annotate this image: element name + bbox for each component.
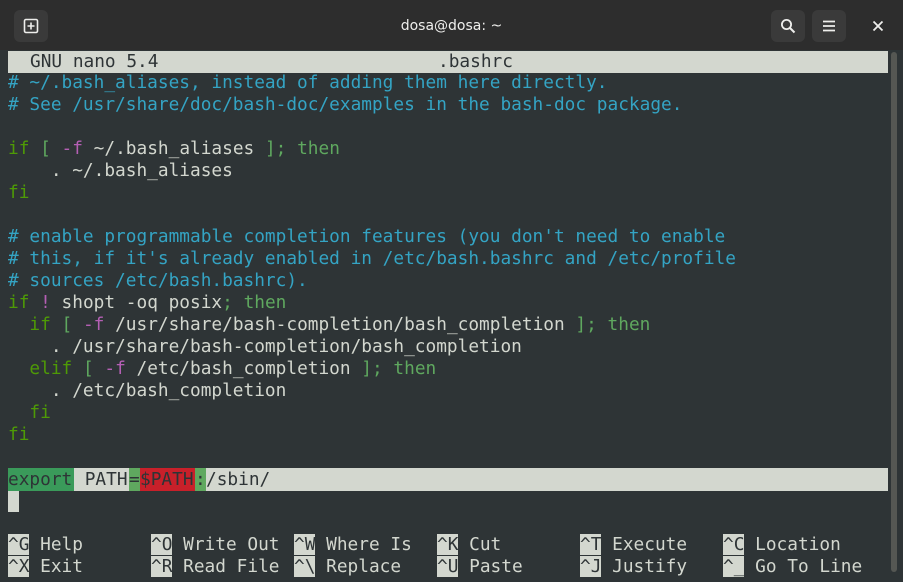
shortcut-paste: ^U Paste <box>437 556 523 578</box>
shortcut-key: ^T <box>580 534 602 555</box>
search-icon <box>781 19 796 34</box>
shortcut-key: ^\ <box>294 556 316 577</box>
shortcut-label: Location <box>755 534 841 555</box>
editor-line: fi <box>8 182 30 203</box>
shortcut-label: Help <box>40 534 83 555</box>
shortcut-key: ^O <box>151 534 173 555</box>
close-icon <box>872 20 884 32</box>
keyword: if <box>8 292 30 313</box>
shortcut-label: Where Is <box>326 534 412 555</box>
shortcut-label: Read File <box>183 556 280 577</box>
editor-line: # enable programmable completion feature… <box>8 226 726 247</box>
export-line-highlighted: export PATH = $PATH : /sbin/ <box>8 468 888 491</box>
shortcut-help: ^G Help <box>8 534 83 556</box>
editor-line: if [ -f /usr/share/bash-completion/bash_… <box>8 314 650 336</box>
shortcut-key: ^C <box>723 534 745 555</box>
editor-line: . /etc/bash_completion <box>8 380 287 401</box>
shortcut-where-is: ^W Where Is <box>294 534 412 556</box>
editor-line: fi <box>8 402 51 423</box>
shortcut-key: ^U <box>437 556 459 577</box>
shortcut-cut: ^K Cut <box>437 534 501 556</box>
keyword: then <box>382 358 437 379</box>
text-cursor <box>8 491 19 512</box>
shortcut-key: ^R <box>151 556 173 577</box>
variable-reference: $PATH <box>140 468 195 491</box>
code-text: /etc/bash_completion <box>125 358 362 379</box>
keyword: elif <box>8 358 73 379</box>
shortcut-key: ^G <box>8 534 30 555</box>
keyword: if <box>8 314 51 335</box>
editor-line: # ~/.bash_aliases, instead of adding the… <box>8 72 608 93</box>
shortcut-justify: ^J Justify <box>580 556 687 578</box>
keyword: then <box>286 138 340 159</box>
editor-line: # this, if it's already enabled in /etc/… <box>8 248 736 269</box>
editor-line: # sources /etc/bash.bashrc). <box>8 270 308 291</box>
menu-button[interactable] <box>812 10 846 42</box>
operator: ; <box>222 292 233 313</box>
file-name: .bashrc <box>438 51 513 72</box>
shortcut-label: Replace <box>326 556 402 577</box>
nano-version: GNU nano 5.4 <box>30 51 159 72</box>
test-flag: -f <box>104 358 126 379</box>
bracket: [ <box>29 138 62 159</box>
shortcut-label: Write Out <box>183 534 280 555</box>
shortcut-key: ^K <box>437 534 459 555</box>
shortcut-write-out: ^O Write Out <box>151 534 280 556</box>
search-button[interactable] <box>771 10 805 42</box>
nano-header-bar: GNU nano 5.4 .bashrc <box>8 51 888 73</box>
shortcut-label: Justify <box>612 556 688 577</box>
variable-name: PATH <box>74 469 128 490</box>
editor-line: if [ -f ~/.bash_aliases ]; then <box>8 138 340 160</box>
bracket: ]; <box>264 138 287 159</box>
shortcut-label: Go To Line <box>755 556 863 577</box>
close-button[interactable] <box>861 10 895 42</box>
shortcut-label: Cut <box>469 534 502 555</box>
shortcut-label: Execute <box>612 534 688 555</box>
path-value: /sbin/ <box>206 469 271 490</box>
shortcut-label: Paste <box>469 556 523 577</box>
shortcut-replace: ^\ Replace <box>294 556 401 578</box>
path-separator: : <box>195 468 206 491</box>
export-keyword: export <box>8 468 74 491</box>
keyword: if <box>8 138 30 159</box>
shortcut-key: ^X <box>8 556 30 577</box>
shortcut-label: Exit <box>40 556 83 577</box>
editor-line: . /usr/share/bash-completion/bash_comple… <box>8 336 522 357</box>
shortcut-key: ^W <box>294 534 316 555</box>
shortcut-execute: ^T Execute <box>580 534 687 556</box>
test-flag: -f <box>82 314 105 335</box>
keyword: then <box>596 314 651 335</box>
keyword: then <box>232 292 287 313</box>
editor-line: if ! shopt -oq posix; then <box>8 292 286 314</box>
bracket: ]; <box>575 314 597 335</box>
shortcut-go-to-line: ^_ Go To Line <box>723 556 862 578</box>
editor-line: elif [ -f /etc/bash_completion ]; then <box>8 358 436 380</box>
editor-line: # See /usr/share/doc/bash-doc/examples i… <box>8 94 683 115</box>
window-titlebar: dosa@dosa: ~ <box>0 0 903 50</box>
operator: ! <box>29 292 62 313</box>
editor-line: . ~/.bash_aliases <box>8 160 233 181</box>
code-text: shopt -oq posix <box>61 292 223 313</box>
shortcut-key: ^J <box>580 556 602 577</box>
test-flag: -f <box>61 138 83 159</box>
code-text: /usr/share/bash-completion/bash_completi… <box>104 314 576 335</box>
scrollbar[interactable] <box>891 52 897 572</box>
equals-sign: = <box>129 468 140 491</box>
editor-line: fi <box>8 424 30 445</box>
shortcut-exit: ^X Exit <box>8 556 83 578</box>
shortcut-read-file: ^R Read File <box>151 556 280 578</box>
bracket: [ <box>50 314 83 335</box>
code-text: ~/.bash_aliases <box>82 138 265 159</box>
hamburger-menu-icon <box>823 20 835 32</box>
shortcut-location: ^C Location <box>723 534 841 556</box>
window-title: dosa@dosa: ~ <box>400 18 503 34</box>
shortcut-key: ^_ <box>723 556 745 577</box>
bracket: [ <box>72 358 105 379</box>
bracket: ]; <box>361 358 383 379</box>
